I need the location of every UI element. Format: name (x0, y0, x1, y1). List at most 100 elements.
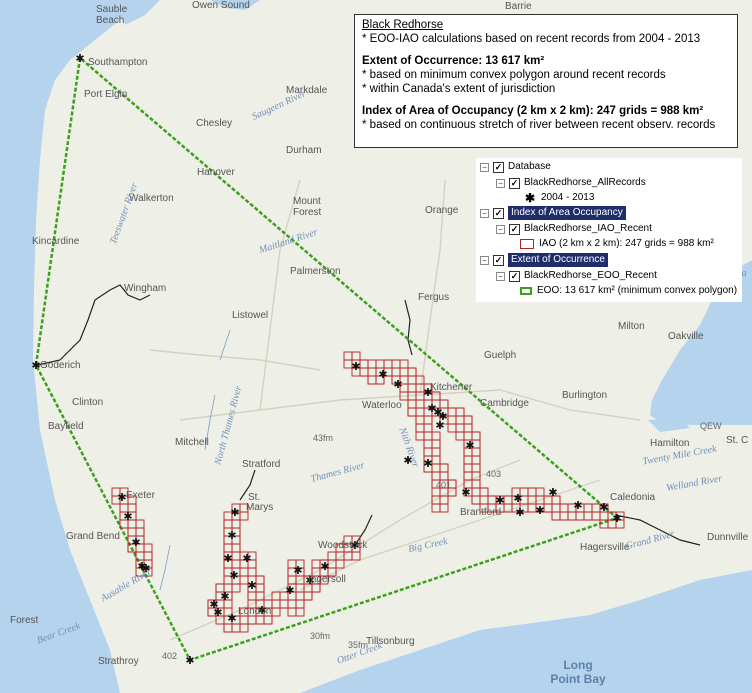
hwy-402: 402 (162, 651, 178, 661)
iao-grid-cell (271, 599, 281, 609)
place-oakville: Oakville (668, 331, 704, 342)
iao-grid-cell (471, 455, 481, 465)
water-long-point-bay: Long Point Bay (550, 658, 606, 686)
iao-grid-cell (407, 383, 417, 393)
iao-grid-cell (263, 615, 273, 625)
iao-grid-cell (383, 359, 393, 369)
iao-grid-cell (423, 431, 433, 441)
collapse-icon[interactable]: − (480, 208, 489, 218)
collapse-icon[interactable]: − (496, 224, 505, 234)
iao-grid-cell (431, 471, 441, 481)
checkbox-iao-layer[interactable]: ✓ (509, 223, 520, 235)
iao-grid-cell (559, 503, 569, 513)
iao-grid-cell (583, 511, 593, 521)
hwy-qew: QEW (700, 421, 722, 431)
legend-iao-group-label: Index of Area Occupancy (508, 206, 626, 220)
iao-grid-cell (447, 407, 457, 417)
place-brantford: Brantford (460, 507, 502, 518)
iao-grid-cell (255, 575, 265, 585)
iao-grid-cell (399, 367, 409, 377)
iao-grid-cell (255, 583, 265, 593)
iao-grid-cell (551, 511, 561, 521)
iao-grid-cell (471, 479, 481, 489)
iao-grid-cell (503, 495, 513, 505)
iao-grid-cell (431, 439, 441, 449)
legend-iao-layer-row[interactable]: − ✓ BlackRedhorse_IAO_Recent (496, 222, 652, 236)
iao-grid-cell (231, 623, 241, 633)
iao-grid-cell (447, 415, 457, 425)
iao-grid-cell (415, 431, 425, 441)
iao-grid-cell (391, 367, 401, 377)
iao-grid-cell (463, 463, 473, 473)
legend-eoo-group-row[interactable]: − ✓ Extent of Occurrence (480, 253, 608, 267)
iao-grid-cell (559, 503, 569, 513)
iao-grid-cell (231, 551, 241, 561)
iao-grid-cell (471, 495, 481, 505)
checkbox-database[interactable]: ✓ (493, 161, 504, 173)
iao-grid-cell (303, 591, 313, 601)
record-star-icon: ✱ (573, 499, 582, 512)
place-exeter: Exeter (126, 490, 155, 501)
legend-eoo-layer-row[interactable]: − ✓ BlackRedhorse_EOO_Recent (496, 269, 657, 283)
iao-grid-cell (255, 615, 265, 625)
iao-grid-cell (463, 471, 473, 481)
iao-grid-cell (407, 383, 417, 393)
iao-grid-cell (471, 455, 481, 465)
place-goderich: Goderich (40, 360, 81, 371)
iao-grid-cell (543, 503, 553, 513)
iao-heading: Index of Area of Occupancy (2 km x 2 km)… (362, 105, 704, 117)
map-canvas[interactable]: ✱ ✱ ✱ ✱ ✱ ✱ ✱ ✱ ✱ ✱ ✱ ✱ ✱ ✱ ✱ ✱ ✱ ✱ ✱ ✱ ✱ ✱ ✱ ✱ ✱ ✱ ✱ ✱ ✱ ✱ ✱ ✱ ✱ ✱ ✱ ✱ ✱ ✱ ✱ ✱… (0, 0, 752, 693)
record-star-icon: ✱ (461, 486, 470, 499)
iao-grid-cell (223, 623, 233, 633)
iao-grid-cell (223, 623, 233, 633)
collapse-icon[interactable]: − (480, 255, 489, 265)
iao-grid-cell (231, 559, 241, 569)
star-symbol-icon: ✱ (524, 191, 536, 205)
legend-iao-group-row[interactable]: − ✓ Index of Area Occupancy (480, 206, 626, 220)
iao-grid-cell (551, 503, 561, 513)
iao-grid-cell (287, 599, 297, 609)
iao-grid-cell (431, 447, 441, 457)
iao-grid-cell (447, 415, 457, 425)
record-star-icon: ✱ (423, 457, 432, 470)
iao-grid-cell (463, 455, 473, 465)
legend-database-row[interactable]: − ✓ Database (480, 160, 551, 174)
iao-grid-cell (399, 359, 409, 369)
iao-grid-cell (423, 439, 433, 449)
iao-grid-cell (455, 407, 465, 417)
iao-grid-cell (383, 359, 393, 369)
checkbox-iao-group[interactable]: ✓ (493, 207, 504, 219)
iao-grid-cell (239, 623, 249, 633)
iao-grid-cell (239, 567, 249, 577)
iao-grid-cell (407, 399, 417, 409)
iao-grid-cell (431, 455, 441, 465)
iao-grid-cell (375, 359, 385, 369)
iao-grid-cell (255, 615, 265, 625)
iao-grid-cell (327, 551, 337, 561)
iao-grid-cell (399, 367, 409, 377)
place-kitchener: Kitchener (430, 382, 473, 393)
checkbox-allrecords[interactable]: ✓ (509, 177, 520, 189)
checkbox-eoo-group[interactable]: ✓ (493, 254, 504, 266)
place-wingham: Wingham (124, 283, 167, 294)
iao-grid-cell (479, 487, 489, 497)
checkbox-eoo-layer[interactable]: ✓ (509, 270, 520, 282)
iao-grid-cell (583, 511, 593, 521)
record-star-icon: ✱ (393, 378, 402, 391)
info-note: * EOO-IAO calculations based on recent r… (362, 33, 701, 45)
iao-grid-cell (471, 455, 481, 465)
iao-grid-cell (247, 591, 257, 601)
collapse-icon[interactable]: − (496, 178, 505, 188)
iao-grid-cell (455, 415, 465, 425)
iao-grid-cell (255, 583, 265, 593)
iao-grid-cell (287, 607, 297, 617)
iao-grid-cell (407, 407, 417, 417)
iao-grid-cell (295, 599, 305, 609)
iao-grid-cell (479, 495, 489, 505)
hwy-30: 30fm (310, 631, 331, 641)
iao-grid-cell (423, 415, 433, 425)
collapse-icon[interactable]: − (480, 162, 489, 172)
iao-grid-cell (423, 447, 433, 457)
legend-allrecords-row[interactable]: − ✓ BlackRedhorse_AllRecords (496, 176, 646, 190)
collapse-icon[interactable]: − (496, 271, 505, 281)
